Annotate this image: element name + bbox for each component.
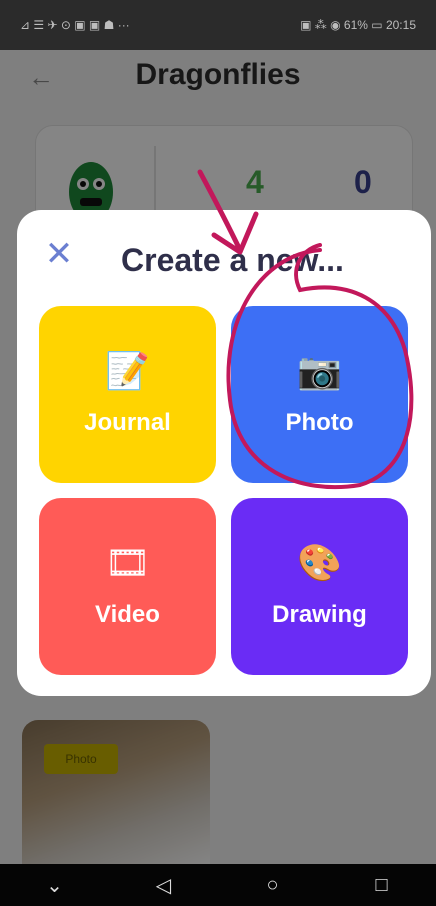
- film-icon: 🎞: [104, 541, 151, 583]
- video-button[interactable]: 🎞 Video: [39, 498, 216, 675]
- status-left: ⊿ ☰ ✈ ⊙ ▣ ▣ ☗ ···: [20, 18, 130, 32]
- photo-button[interactable]: 📷 Photo: [231, 306, 408, 483]
- chevron-down-icon[interactable]: ⌄: [25, 873, 85, 898]
- nav-back-icon[interactable]: ◁: [134, 873, 194, 898]
- palette-icon: 🎨: [297, 541, 342, 583]
- nav-home-icon[interactable]: ○: [243, 874, 303, 897]
- nav-recents-icon[interactable]: □: [352, 874, 412, 897]
- drawing-button[interactable]: 🎨 Drawing: [231, 498, 408, 675]
- journal-button[interactable]: 📝 Journal: [39, 306, 216, 483]
- memo-icon: 📝: [105, 349, 150, 391]
- drawing-label: Drawing: [272, 600, 367, 628]
- modal-title: Create a new...: [121, 242, 344, 278]
- create-new-modal: ✕ Create a new... 📝 Journal 📷 Photo 🎞 Vi…: [17, 210, 431, 696]
- video-label: Video: [95, 600, 160, 628]
- photo-label: Photo: [285, 408, 354, 436]
- close-icon[interactable]: ✕: [41, 235, 77, 273]
- journal-label: Journal: [84, 408, 171, 436]
- screen: ⊿ ☰ ✈ ⊙ ▣ ▣ ☗ ··· ▣ ⁂ ◉ 61% ▭ 20:15 ← Dr…: [0, 0, 436, 906]
- camera-icon: 📷: [297, 349, 342, 391]
- status-right: ▣ ⁂ ◉ 61% ▭ 20:15: [300, 18, 416, 32]
- android-nav-bar: ⌄ ◁ ○ □: [0, 864, 436, 906]
- status-bar: ⊿ ☰ ✈ ⊙ ▣ ▣ ☗ ··· ▣ ⁂ ◉ 61% ▭ 20:15: [0, 0, 436, 50]
